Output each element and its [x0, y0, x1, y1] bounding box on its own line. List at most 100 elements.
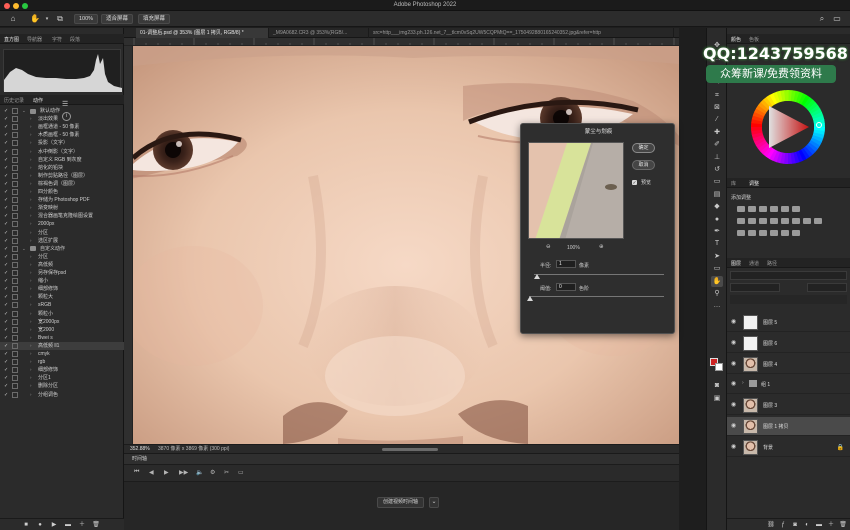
delete-icon[interactable]: 🗑 — [92, 521, 100, 529]
adjustment-icon[interactable] — [748, 206, 756, 212]
timeline-play-icon[interactable]: ▶ — [164, 469, 169, 476]
adjustment-icon[interactable] — [792, 230, 800, 236]
crop-tool-icon[interactable]: ⌗ — [711, 90, 723, 101]
adjustment-icon[interactable] — [781, 206, 789, 212]
action-item[interactable]: ✓ › cmyk — [0, 350, 124, 358]
eye-icon[interactable]: ◉ — [730, 361, 737, 368]
collapse-chevron-icon[interactable]: › — [30, 334, 32, 342]
dialog-toggle-icon[interactable] — [12, 294, 18, 301]
action-item[interactable]: ✓ › 高低频 — [0, 261, 124, 269]
action-item[interactable]: ✓ › 删除分区 — [0, 382, 124, 390]
collapse-chevron-icon[interactable]: › — [30, 188, 32, 196]
adjustment-icon[interactable] — [781, 218, 789, 224]
layer-row[interactable]: ◉ 图层 6 — [727, 334, 850, 353]
action-item[interactable]: ✓ › 缩小 — [0, 277, 124, 285]
action-item[interactable]: ✓ › rgb — [0, 358, 124, 366]
collapse-chevron-icon[interactable]: › — [30, 164, 32, 172]
layer-row[interactable]: ◉ 组 1 › — [727, 375, 850, 395]
layer-name[interactable]: 图层 5 — [763, 319, 777, 326]
action-enabled-check-icon[interactable]: ✓ — [4, 107, 8, 115]
action-item[interactable]: ✓ › 水中倒影（文字） — [0, 148, 124, 156]
action-item[interactable]: ✓ › sRGB — [0, 301, 124, 309]
dialog-toggle-icon[interactable] — [12, 221, 18, 228]
group-chevron-icon[interactable]: › — [742, 380, 744, 386]
layer-row[interactable]: ◉ 背景 🔒 — [727, 438, 850, 457]
action-enabled-check-icon[interactable]: ✓ — [4, 350, 8, 358]
action-item[interactable]: ✓ › 棕褐色调（图层） — [0, 180, 124, 188]
tab-character[interactable]: 字符 — [52, 36, 62, 43]
collapse-chevron-icon[interactable]: › — [30, 220, 32, 228]
dialog-toggle-icon[interactable] — [12, 124, 18, 131]
zoom-100-button[interactable]: 100% — [74, 14, 99, 24]
action-item[interactable]: ✓ › 颗粒小 — [0, 310, 124, 318]
dialog-toggle-icon[interactable] — [12, 391, 18, 398]
color-wheel[interactable] — [749, 88, 827, 166]
zoom-tool-icon[interactable]: ⚲ — [711, 288, 723, 299]
action-enabled-check-icon[interactable]: ✓ — [4, 156, 8, 164]
expand-chevron-icon[interactable]: ⌄ — [22, 107, 26, 115]
threshold-input[interactable]: 0 — [556, 283, 576, 291]
action-item[interactable]: ✓ › 木质画框 - 50 像素 — [0, 131, 124, 139]
split-icon[interactable]: ✂ — [224, 469, 229, 476]
action-enabled-check-icon[interactable]: ✓ — [4, 326, 8, 334]
link-layers-icon[interactable]: ⛓ — [767, 521, 775, 529]
collapse-chevron-icon[interactable]: › — [30, 366, 32, 374]
radius-slider-thumb[interactable] — [534, 274, 540, 279]
adjustment-icon[interactable] — [803, 218, 811, 224]
tab-paragraph[interactable]: 段落 — [70, 36, 80, 43]
dialog-toggle-icon[interactable] — [12, 253, 18, 260]
hand-tool-icon[interactable]: ✋ — [711, 275, 723, 287]
threshold-slider-thumb[interactable] — [527, 296, 533, 301]
dialog-toggle-icon[interactable] — [12, 108, 18, 114]
layer-row[interactable]: ◉ 图层 4 — [727, 355, 850, 374]
eye-icon[interactable]: ◉ — [730, 340, 737, 347]
dialog-toggle-icon[interactable] — [12, 302, 18, 309]
action-enabled-check-icon[interactable]: ✓ — [4, 229, 8, 237]
layer-name[interactable]: 组 1 — [761, 381, 770, 388]
tab-actions[interactable]: 动作 — [33, 97, 43, 104]
fit-screen-button[interactable]: 适合屏幕 — [101, 14, 134, 24]
action-item[interactable]: ✓ › Bwei s — [0, 334, 124, 342]
pen-tool-icon[interactable]: ✒ — [711, 226, 723, 237]
action-enabled-check-icon[interactable]: ✓ — [4, 220, 8, 228]
dialog-toggle-icon[interactable] — [12, 261, 18, 268]
horizontal-scrollbar[interactable] — [382, 448, 438, 451]
threshold-slider-track[interactable] — [529, 296, 664, 297]
collapse-chevron-icon[interactable]: › — [30, 310, 32, 318]
layer-name[interactable]: 图层 6 — [763, 340, 777, 347]
expand-chevron-icon[interactable]: ⌄ — [22, 245, 26, 253]
create-video-chevron-icon[interactable]: ⌄ — [429, 497, 439, 508]
action-enabled-check-icon[interactable]: ✓ — [4, 391, 8, 399]
workspace-icon[interactable]: ▭ — [832, 14, 842, 24]
stamp-tool-icon[interactable]: ⊥ — [711, 152, 723, 163]
screen-mode-icon[interactable]: ▣ — [711, 393, 723, 404]
tab-libraries[interactable]: 库 — [731, 180, 736, 187]
collapse-chevron-icon[interactable]: › — [30, 237, 32, 245]
action-item[interactable]: ✓ › 选区扩展 — [0, 237, 124, 245]
fill-screen-button[interactable]: 填充屏幕 — [138, 14, 171, 24]
path-select-icon[interactable]: ➤ — [711, 251, 723, 262]
collapse-chevron-icon[interactable]: › — [30, 342, 32, 350]
history-brush-icon[interactable]: ↺ — [711, 164, 723, 175]
dialog-toggle-icon[interactable] — [12, 156, 18, 163]
mask-icon[interactable]: ◙ — [791, 521, 799, 529]
layer-name[interactable]: 图层 3 — [763, 402, 777, 409]
status-zoom[interactable]: 352.88% — [130, 445, 150, 453]
action-enabled-check-icon[interactable]: ✓ — [4, 301, 8, 309]
action-enabled-check-icon[interactable]: ✓ — [4, 196, 8, 204]
settings-icon[interactable]: ⚙ — [210, 469, 215, 476]
action-item[interactable]: ✓ › 投影（文字） — [0, 139, 124, 147]
action-item[interactable]: ✓ › 四分颜色 — [0, 188, 124, 196]
new-fill-icon[interactable]: ◐ — [803, 521, 811, 529]
action-set[interactable]: ✓ ⌄ 默认动作 — [0, 107, 124, 115]
action-set[interactable]: ✓ ⌄ 自定义动作 — [0, 245, 124, 253]
quick-mask-icon[interactable]: ◙ — [711, 380, 723, 391]
action-enabled-check-icon[interactable]: ✓ — [4, 382, 8, 390]
adjustment-icon[interactable] — [792, 206, 800, 212]
dialog-toggle-icon[interactable] — [12, 140, 18, 147]
record-icon[interactable]: ● — [36, 521, 44, 529]
tool-preset-chevron-icon[interactable]: ▾ — [42, 14, 52, 24]
action-enabled-check-icon[interactable]: ✓ — [4, 123, 8, 131]
action-item[interactable]: ✓ › 细部修饰 — [0, 285, 124, 293]
dialog-toggle-icon[interactable] — [12, 132, 18, 139]
